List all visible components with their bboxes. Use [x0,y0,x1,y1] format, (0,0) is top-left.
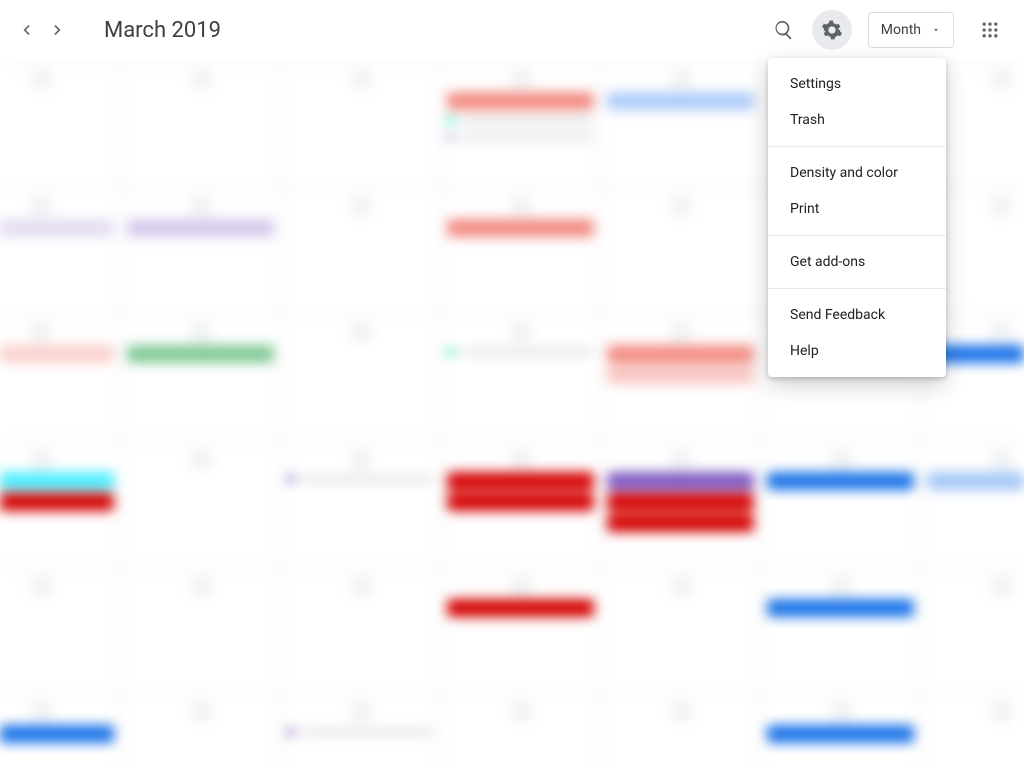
menu-separator [768,288,946,289]
menu-separator [768,235,946,236]
menu-item-trash[interactable]: Trash [768,102,946,138]
search-icon [773,19,795,41]
search-button[interactable] [764,10,804,50]
apps-button[interactable] [970,10,1010,50]
view-select[interactable]: Month [868,12,954,48]
prev-button[interactable] [10,14,42,46]
view-select-label: Month [881,22,921,38]
menu-item-density[interactable]: Density and color [768,155,946,191]
menu-item-help[interactable]: Help [768,333,946,369]
settings-menu: Settings Trash Density and color Print G… [768,58,946,377]
apps-grid-icon [980,20,1000,40]
menu-item-settings[interactable]: Settings [768,66,946,102]
next-button[interactable] [42,14,74,46]
page-title: March 2019 [104,18,221,43]
gear-icon [821,19,843,41]
chevron-left-icon [16,20,36,40]
settings-button[interactable] [812,10,852,50]
menu-item-print[interactable]: Print [768,191,946,227]
app-header: March 2019 Month [0,0,1024,60]
menu-item-addons[interactable]: Get add-ons [768,244,946,280]
caret-down-icon [931,25,941,35]
menu-item-feedback[interactable]: Send Feedback [768,297,946,333]
chevron-right-icon [48,20,68,40]
menu-separator [768,146,946,147]
